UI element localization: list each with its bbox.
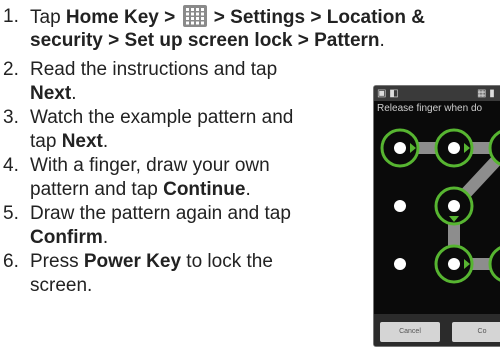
step-text-fragment: to lock the — [181, 251, 273, 272]
step-text-fragment: pattern and tap — [30, 179, 164, 200]
step-text-fragment: Next — [61, 131, 103, 152]
pattern-dot — [394, 142, 406, 154]
step-text-fragment: tap — [30, 131, 62, 152]
apps-grid-icon — [182, 5, 207, 27]
step-text-fragment: Next — [30, 83, 72, 104]
step-number: 1. — [3, 6, 19, 27]
pattern-dot — [448, 258, 460, 270]
step-text-fragment: Confirm — [30, 227, 103, 248]
step-line-2: security > Set up screen lock > Pattern. — [30, 29, 385, 53]
step-number: 5. — [3, 203, 19, 224]
step-text-fragment: Tap — [30, 7, 66, 28]
pattern-dot — [448, 200, 460, 212]
step-text-fragment: . — [71, 83, 77, 104]
status-right-icons: ▦ ▮ — [477, 88, 495, 99]
step-line-1: With a finger, draw your own — [30, 154, 270, 178]
step-line-2: tap Next. — [30, 130, 108, 154]
phone-button-bar: Cancel Co — [374, 314, 500, 346]
pattern-dot — [448, 142, 460, 154]
step-text-fragment: Home Key > — [65, 7, 181, 28]
pattern-dot — [394, 200, 406, 212]
pattern-dot — [394, 258, 406, 270]
step-line-2: pattern and tap Continue. — [30, 178, 251, 202]
confirm-button[interactable]: Co — [452, 322, 500, 342]
step-text-fragment: Continue — [163, 179, 246, 200]
status-left-icons: ▣ ◧ — [377, 88, 399, 99]
step-text-fragment: security > Set up screen lock > Pattern — [30, 30, 380, 51]
step-text-fragment: Watch the example pattern and — [30, 107, 294, 128]
step-text-fragment: . — [102, 227, 109, 248]
pattern-ring — [488, 246, 500, 282]
step-text-fragment: Read the instructions and tap — [30, 59, 278, 80]
unlock-pattern-grid — [380, 128, 500, 284]
pattern-hint-text: Release finger when do — [377, 103, 483, 114]
step-number: 4. — [3, 155, 19, 176]
step-line-1: Tap Home Key > > Settings > Location & — [30, 5, 425, 30]
step-line-2: screen. — [30, 274, 92, 298]
step-text-fragment: Press — [30, 251, 84, 272]
step-line-1: Read the instructions and tap — [30, 58, 277, 82]
step-line-1: Press Power Key to lock the — [30, 250, 273, 274]
step-line-2: Next. — [30, 82, 76, 106]
step-line-2: Confirm. — [30, 226, 108, 250]
cancel-button[interactable]: Cancel — [380, 322, 440, 342]
step-text-fragment: With a finger, draw your own — [30, 155, 270, 176]
step-line-1: Draw the pattern again and tap — [30, 202, 291, 226]
step-line-1: Watch the example pattern and — [30, 106, 293, 130]
step-text-fragment: Draw the pattern again and tap — [30, 203, 291, 224]
status-bar: ▣ ◧ ▦ ▮ — [374, 86, 500, 101]
step-text-fragment: screen. — [30, 275, 93, 296]
step-text-fragment: > Settings > Location & — [208, 7, 425, 28]
step-number: 6. — [3, 251, 19, 272]
phone-screenshot: ▣ ◧ ▦ ▮ Release finger when do Cancel Co — [373, 85, 500, 347]
step-text-fragment: . — [102, 131, 109, 152]
step-number: 3. — [3, 107, 19, 128]
step-item: 1. Tap Home Key > > Settings > Location &… — [0, 5, 500, 55]
step-text-fragment: . — [245, 179, 251, 200]
step-number: 2. — [3, 59, 19, 80]
step-text-fragment: Power Key — [83, 251, 182, 272]
step-text-fragment: . — [379, 30, 385, 51]
